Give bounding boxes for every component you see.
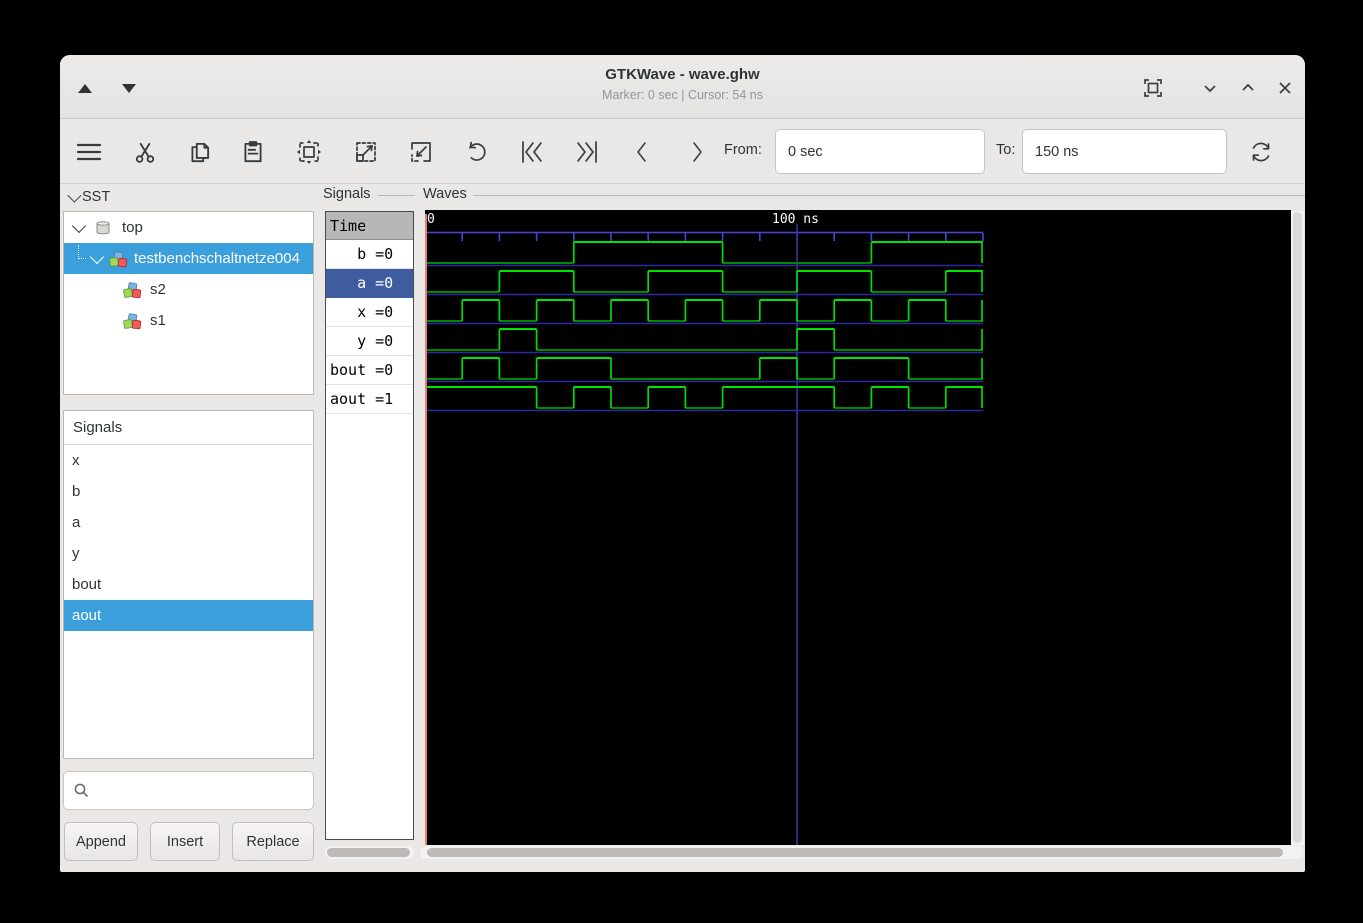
signal-list-item-y[interactable]: y: [64, 538, 313, 569]
value-row-bout[interactable]: bout =0: [326, 356, 413, 385]
tree-item-top[interactable]: top: [64, 212, 313, 243]
wave-canvas[interactable]: 0 100 ns: [425, 210, 1291, 845]
collapse-chevron-icon: [67, 188, 82, 203]
gtkwave-window: GTKWave - wave.ghw Marker: 0 sec | Curso…: [60, 55, 1305, 872]
fullscreen-button[interactable]: [1140, 75, 1166, 101]
copy-button[interactable]: [179, 131, 221, 173]
scissors-icon: [135, 142, 155, 163]
toolbar: From: 0 sec To: 150 ns: [60, 120, 1305, 184]
expander-icon[interactable]: [71, 218, 87, 233]
maximize-button[interactable]: [1235, 75, 1261, 101]
replace-button[interactable]: Replace: [232, 822, 314, 861]
sst-tree: top testbenchschaltnetze004 s2 s1: [63, 211, 314, 395]
close-icon: [1279, 82, 1291, 94]
from-label: From:: [724, 142, 762, 158]
to-input[interactable]: 150 ns: [1022, 129, 1227, 174]
package-icon: [123, 312, 142, 329]
clipboard-paste-icon: [244, 141, 262, 163]
copy-icon: [191, 142, 210, 163]
minimize-button[interactable]: [1197, 75, 1223, 101]
timeline-major-label: 100 ns: [772, 212, 819, 227]
frame-line: [378, 195, 415, 196]
package-icon: [123, 281, 142, 298]
zoom-fit-button[interactable]: [288, 131, 330, 173]
signal-list-item-bout[interactable]: bout: [64, 569, 313, 600]
zoom-to-end-button[interactable]: [566, 131, 608, 173]
tree-item-label: s1: [150, 312, 166, 329]
value-row-x[interactable]: x =0: [326, 298, 413, 327]
sst-section-header[interactable]: SST: [67, 188, 111, 205]
scrollbar-thumb[interactable]: [1293, 212, 1302, 843]
append-button[interactable]: Append: [64, 822, 138, 861]
insert-button[interactable]: Insert: [150, 822, 220, 861]
wave-canvas-svg: [425, 214, 984, 845]
waves-frame-label: Waves: [423, 186, 471, 202]
close-button[interactable]: [1272, 75, 1298, 101]
time-header[interactable]: Time: [326, 212, 413, 240]
expander-icon[interactable]: [89, 249, 105, 264]
package-icon: [109, 250, 128, 267]
value-row-a[interactable]: a =0: [326, 269, 413, 298]
undo-icon: [469, 141, 486, 161]
tree-connector: [78, 244, 86, 259]
chevron-right-icon: [693, 142, 702, 162]
signal-list-item-a[interactable]: a: [64, 507, 313, 538]
search-icon: [74, 783, 89, 798]
tree-item-label: testbenchschaltnetze004: [134, 250, 300, 267]
signal-list-item-x[interactable]: x: [64, 445, 313, 476]
to-label: To:: [996, 142, 1016, 158]
reload-button[interactable]: [1240, 131, 1282, 173]
shift-left-button[interactable]: [621, 131, 663, 173]
chevron-left-icon: [637, 142, 646, 162]
window-title: GTKWave - wave.ghw: [605, 66, 760, 83]
skip-to-start-icon: [522, 141, 542, 163]
from-input[interactable]: 0 sec: [775, 129, 985, 174]
database-icon: [96, 220, 110, 234]
zoom-out-icon: [356, 142, 376, 162]
value-row-aout[interactable]: aout =1: [326, 385, 413, 414]
scrollbar-thumb[interactable]: [327, 848, 410, 857]
frame-line: [473, 195, 1305, 196]
waves-vscrollbar[interactable]: [1291, 211, 1304, 845]
signal-list-item-aout[interactable]: aout: [64, 600, 313, 631]
value-row-y[interactable]: y =0: [326, 327, 413, 356]
undo-button[interactable]: [456, 131, 498, 173]
signals-list-panel: Signals x b a y bout aout: [63, 410, 314, 759]
timeline-start-label: 0: [427, 212, 435, 227]
signal-search-input[interactable]: [63, 771, 314, 810]
tree-item-testbench[interactable]: testbenchschaltnetze004: [64, 243, 313, 274]
sst-label: SST: [82, 189, 111, 205]
tree-item-label: s2: [150, 281, 166, 298]
titlebar: GTKWave - wave.ghw Marker: 0 sec | Curso…: [60, 55, 1305, 119]
tree-item-s1[interactable]: s1: [64, 305, 313, 336]
fullscreen-icon: [1144, 79, 1162, 97]
reload-icon: [1252, 142, 1270, 162]
hamburger-menu-icon: [76, 143, 102, 161]
signal-list-item-b[interactable]: b: [64, 476, 313, 507]
values-frame-label: Signals: [323, 186, 375, 202]
cut-button[interactable]: [124, 131, 166, 173]
signal-values-panel: Time b =0 a =0 x =0 y =0 bout =0 aout =1: [325, 211, 414, 840]
zoom-out-button[interactable]: [345, 131, 387, 173]
signals-list-header: Signals: [64, 411, 313, 445]
zoom-fit-icon: [297, 140, 321, 164]
waves-hscrollbar[interactable]: [420, 846, 1304, 859]
chevron-up-icon: [1242, 83, 1254, 91]
menu-button[interactable]: [68, 131, 110, 173]
zoom-in-icon: [411, 142, 431, 162]
value-row-b[interactable]: b =0: [326, 240, 413, 269]
shift-right-button[interactable]: [676, 131, 718, 173]
marker-cursor-status: Marker: 0 sec | Cursor: 54 ns: [602, 88, 763, 102]
skip-to-end-icon: [577, 141, 597, 163]
tree-item-s2[interactable]: s2: [64, 274, 313, 305]
chevron-down-icon: [1204, 85, 1216, 93]
values-hscrollbar[interactable]: [325, 846, 414, 859]
tree-item-label: top: [122, 219, 143, 236]
paste-button[interactable]: [232, 131, 274, 173]
zoom-to-start-button[interactable]: [511, 131, 553, 173]
zoom-in-button[interactable]: [400, 131, 442, 173]
scrollbar-thumb[interactable]: [427, 848, 1283, 857]
